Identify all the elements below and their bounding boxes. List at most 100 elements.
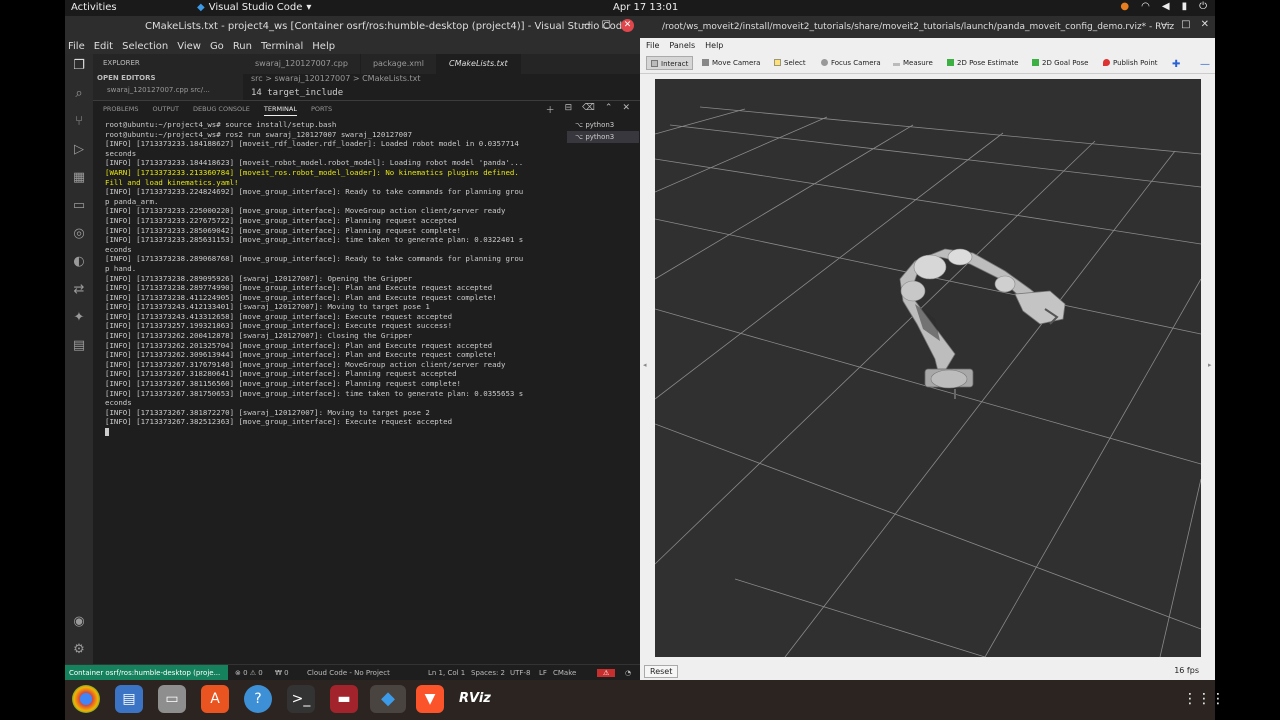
open-editors-heading[interactable]: OPEN EDITORS [93,72,243,84]
right-dock-handle[interactable]: ▸ [1208,361,1212,369]
menu-panels[interactable]: Panels [669,41,695,50]
text-editor-icon[interactable]: ▤ [115,685,143,713]
terminal-icon[interactable]: >_ [287,685,315,713]
github-icon[interactable]: ◎ [71,226,87,242]
activities-button[interactable]: Activities [71,2,117,13]
gemini-icon[interactable]: ✦ [71,310,87,326]
account-icon[interactable]: ◉ [71,614,87,630]
software-center-icon[interactable]: A [201,685,229,713]
files-icon[interactable]: ▭ [158,685,186,713]
menu-view[interactable]: View [177,41,201,52]
tab-output[interactable]: OUTPUT [152,105,179,116]
tab-package-xml[interactable]: package.xml [361,54,438,74]
new-terminal-icon[interactable]: ＋ [546,103,555,116]
menu-selection[interactable]: Selection [122,41,168,52]
tool-2d-goal-pose[interactable]: 2D Goal Pose [1028,56,1092,70]
menu-help[interactable]: Help [705,41,723,50]
terminal-line: [INFO] [1713373233.184188627] [moveit_rd… [105,139,519,149]
edge-icon[interactable]: ◐ [71,254,87,270]
extensions-icon[interactable]: ▦ [71,170,87,186]
menu-file[interactable]: File [646,41,659,50]
menu-help[interactable]: Help [312,41,335,52]
breadcrumb[interactable]: src > swaraj_120127007 > CMakeLists.txt [243,74,640,88]
tab-terminal[interactable]: TERMINAL [263,105,297,116]
chevron-down-icon: ▾ [306,2,312,13]
menu-file[interactable]: File [68,41,85,52]
language-mode[interactable]: CMake [553,669,576,677]
show-applications-icon[interactable]: ⋮⋮⋮ [1183,688,1225,710]
menu-run[interactable]: Run [233,41,252,52]
rviz-icon[interactable]: RViz [459,685,491,713]
close-panel-icon[interactable]: ✕ [622,103,630,116]
code-line[interactable]: 14 target_include [243,88,640,100]
app-menu[interactable]: ◆ Visual Studio Code ▾ [197,2,311,13]
menu-terminal[interactable]: Terminal [261,41,303,52]
remove-tool-icon[interactable]: — [1196,56,1214,70]
maximize-icon[interactable]: □ [602,19,611,32]
wifi-icon: ◠ [1141,1,1150,12]
goal-arrow-icon [1032,59,1039,66]
maximize-panel-icon[interactable]: ⌃ [605,103,613,116]
maximize-icon[interactable]: □ [1181,19,1190,30]
problems-indicator[interactable]: ⊗ 0 ⚠ 0 [235,669,263,677]
remote-indicator[interactable]: Container osrf/ros:humble-desktop (proje… [65,665,228,680]
explorer-icon[interactable]: ❐ [71,58,87,74]
close-icon[interactable]: ✕ [1201,19,1209,30]
chrome-icon[interactable] [72,685,100,713]
tool-interact[interactable]: Interact [646,56,694,70]
cloud-code-status[interactable]: Cloud Code - No Project [307,669,390,677]
encoding[interactable]: UTF-8 [510,669,530,677]
trash-icon[interactable]: ⌫ [582,103,595,116]
reset-button[interactable]: Reset [644,665,679,678]
system-tray[interactable]: ● ◠ ◀ ▮ ⏻ [1120,1,1207,12]
chat-icon[interactable]: ▤ [71,338,87,354]
activity-bar: ❐ ⌕ ⑂ ▷ ▦ ▭ ◎ ◐ ⇄ ✦ ▤ ◉ ⚙ [65,54,93,664]
brave-icon[interactable]: ▼ [416,685,444,713]
remote-explorer-icon[interactable]: ▭ [71,198,87,214]
tab-cpp[interactable]: swaraj_120127007.cpp [243,54,361,74]
tool-select-label: Select [784,59,806,67]
add-tool-icon[interactable]: ✚ [1168,56,1184,70]
ports-indicator[interactable]: ₩ 0 [275,669,289,677]
terminal-output[interactable]: root@ubuntu:~/project4_ws# source instal… [105,120,561,660]
cursor-position[interactable]: Ln 1, Col 1 [428,669,465,677]
run-debug-icon[interactable]: ▷ [71,142,87,158]
clock[interactable]: Apr 17 13:01 [613,2,678,13]
tool-2d-pose-estimate[interactable]: 2D Pose Estimate [943,56,1022,70]
split-terminal-icon[interactable]: ⊟ [565,103,573,116]
tool-select[interactable]: Select [770,56,810,70]
eol[interactable]: LF [539,669,547,677]
indentation[interactable]: Spaces: 2 [471,669,505,677]
rviz-3d-viewport[interactable] [655,79,1201,657]
gitkraken-icon[interactable]: ▬ [330,685,358,713]
terminal-instance-label: python3 [585,121,615,129]
source-control-icon[interactable]: ⑂ [71,114,87,130]
close-icon[interactable]: ✕ [621,19,634,32]
terminal-line: [INFO] [1713373262.201325704] [move_grou… [105,340,493,350]
tool-move-camera[interactable]: Move Camera [698,56,764,70]
menu-go[interactable]: Go [210,41,224,52]
terminal-line: [INFO] [1713373257.199321863] [move_grou… [105,321,453,331]
remote-icon[interactable]: ⇄ [71,282,87,298]
tool-measure[interactable]: Measure [889,56,937,70]
vscode-icon[interactable]: ◆ [370,685,406,713]
terminal-line: [INFO] [1713373238.411224905] [move_grou… [105,292,497,302]
menu-edit[interactable]: Edit [94,41,113,52]
tab-problems[interactable]: PROBLEMS [103,105,138,116]
tool-publish-point[interactable]: Publish Point [1099,56,1162,70]
search-icon[interactable]: ⌕ [71,86,87,102]
bell-icon[interactable]: ◔ [625,669,631,677]
terminal-instance[interactable]: ⌥ python3 [567,131,639,143]
minimize-icon[interactable]: — [1161,19,1171,30]
notification-icon[interactable]: ⚠ [597,669,616,677]
tab-ports[interactable]: PORTS [311,105,332,116]
terminal-instance[interactable]: ⌥ python3 [567,119,639,131]
open-editor-item[interactable]: swaraj_120127007.cpp src/... [93,84,243,96]
left-dock-handle[interactable]: ◂ [643,361,647,369]
help-icon[interactable]: ? [244,685,272,713]
tab-cmakelists[interactable]: CMakeLists.txt [437,54,521,74]
settings-gear-icon[interactable]: ⚙ [71,642,87,658]
tab-debug-console[interactable]: DEBUG CONSOLE [193,105,250,116]
tool-focus-camera[interactable]: Focus Camera [817,56,885,70]
minimize-icon[interactable]: — [582,19,592,32]
